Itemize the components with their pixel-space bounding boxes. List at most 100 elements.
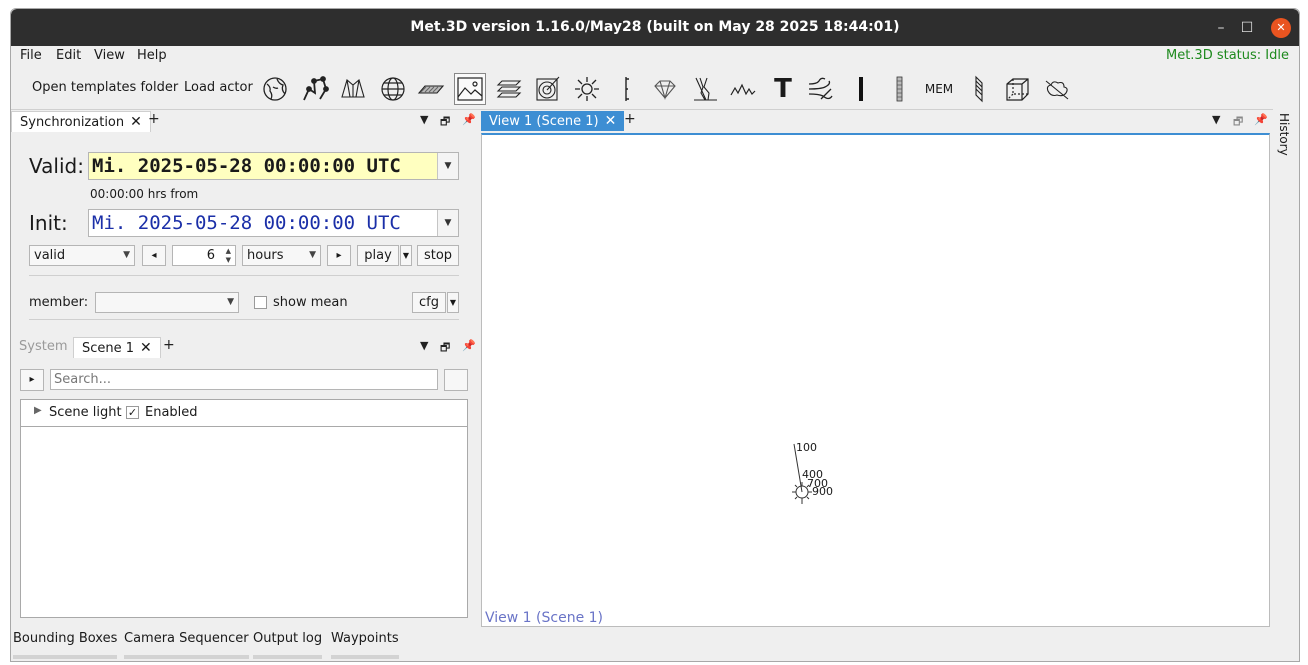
tab-view-1[interactable]: View 1 (Scene 1) ✕ [481,111,625,131]
minimize-button[interactable]: – [1211,18,1231,38]
vertical-section-icon[interactable] [963,73,995,105]
stop-button[interactable]: stop [417,245,459,266]
close-icon[interactable]: ✕ [130,114,142,130]
dock-menu-icon[interactable]: ▼ [1212,113,1220,126]
init-time-combo[interactable]: Mi. 2025-05-28 00:00:00 UTC ▼ [88,209,459,237]
dock-pin-icon[interactable]: 📌 [1254,113,1268,126]
tab-scene-1[interactable]: Scene 1 ✕ [73,337,161,358]
valid-time-combo[interactable]: Mi. 2025-05-28 00:00:00 UTC ▼ [88,152,459,180]
maximize-button[interactable]: ☐ [1237,18,1257,38]
trajectory-icon[interactable] [299,73,331,105]
sphere-grid-icon[interactable] [377,73,409,105]
divider [29,319,459,320]
black-bar-icon[interactable] [845,73,877,105]
view-canvas[interactable]: 100 400 700 900 View 1 (Scene 1) [481,133,1270,627]
sync-tabstrip: Synchronization ✕ + ▼ 🗗 📌 [11,109,476,133]
chevron-down-icon[interactable]: ▼ [437,210,458,236]
expand-all-button[interactable]: ▸ [20,369,44,391]
sync-mode-select[interactable]: valid ▼ [29,245,135,266]
menu-help[interactable]: Help [137,48,167,63]
view-area: View 1 (Scene 1) ✕ + ▼ 🗗 📌 100 400 700 90… [481,109,1271,627]
offset-text: 00:00:00 hrs from [90,187,199,201]
chevron-down-icon: ▼ [309,250,316,260]
dock-pin-icon[interactable]: 📌 [462,113,476,126]
radar-icon[interactable] [532,73,564,105]
play-options-icon[interactable]: ▼ [400,245,412,266]
tree-item-label: Scene light [49,405,122,420]
add-tab-button[interactable]: + [148,111,160,127]
step-unit-select[interactable]: hours ▼ [242,245,321,266]
close-button[interactable]: ✕ [1271,18,1291,38]
show-mean-label: show mean [273,295,348,310]
toolbar: Open templates folder Load actor T MEM [11,69,1299,110]
add-tab-button[interactable]: + [163,337,175,353]
chevron-down-icon[interactable]: ▼ [437,153,458,179]
history-tab[interactable]: History [1277,113,1291,156]
close-icon[interactable]: ✕ [605,113,617,129]
globe-grid-icon[interactable] [259,73,291,105]
dock-menu-icon[interactable]: ▼ [420,113,428,126]
vertical-bar-icon[interactable] [611,73,643,105]
tab-output-log[interactable]: Output log [253,629,323,659]
step-back-button[interactable]: ◂ [142,245,166,266]
skew-t-icon[interactable] [689,73,721,105]
dock-menu-icon[interactable]: ▼ [420,339,428,352]
enabled-checkbox[interactable]: ✓ [126,406,139,419]
text-icon[interactable]: T [767,73,799,105]
add-view-tab-button[interactable]: + [624,111,636,127]
show-mean-checkbox[interactable] [254,296,267,309]
play-button[interactable]: play [357,245,399,266]
load-actor-button[interactable]: Load actor [184,80,253,95]
gray-bar-icon[interactable] [883,73,915,105]
step-value-spinbox[interactable]: 6 ▲ ▼ [172,245,236,266]
mem-icon[interactable]: MEM [923,73,955,105]
spin-arrows-icon[interactable]: ▲ ▼ [226,247,231,265]
label-100: 100 [796,441,817,454]
step-forward-button[interactable]: ▸ [327,245,351,266]
valid-label: Valid: [29,154,84,178]
menu-file[interactable]: File [20,48,42,63]
menu-view[interactable]: View [94,48,125,63]
expand-arrow-icon[interactable]: ▶ [34,405,42,416]
clouds-icon[interactable] [1041,73,1073,105]
sun-icon[interactable] [571,73,603,105]
tab-system[interactable]: System [11,337,75,357]
dock-float-icon[interactable]: 🗗 [440,339,450,358]
peaks-icon[interactable] [727,73,759,105]
dock-float-icon[interactable]: 🗗 [1233,113,1243,132]
cfg-button[interactable]: cfg [412,292,446,313]
init-label: Init: [29,211,68,235]
scene-tree[interactable]: ▶ Scene light ✓ Enabled [20,399,468,618]
member-label: member: [29,295,89,310]
view-label: View 1 (Scene 1) [485,610,603,626]
member-select[interactable]: ▼ [95,292,239,313]
enabled-label: Enabled [145,405,198,420]
tree-row[interactable]: ▶ Scene light ✓ Enabled [21,400,467,427]
tab-waypoints[interactable]: Waypoints [331,629,399,659]
menu-edit[interactable]: Edit [56,48,81,63]
bottom-tabbar: Bounding Boxes Camera Sequencer Output l… [11,629,1299,661]
dock-pin-icon[interactable]: 📌 [462,339,476,352]
image-icon[interactable] [454,73,486,105]
dock-float-icon[interactable]: 🗗 [440,113,450,132]
cfg-options-icon[interactable]: ▼ [447,292,459,313]
bounding-box-icon[interactable] [1001,73,1033,105]
main-window: Met.3D version 1.16.0/May28 (built on Ma… [10,8,1300,662]
tab-camera-sequencer[interactable]: Camera Sequencer [124,629,249,659]
diamond-icon[interactable] [649,73,681,105]
volume-icon[interactable] [337,73,369,105]
divider [29,275,459,276]
tab-bounding-boxes[interactable]: Bounding Boxes [13,629,118,659]
sync-panel: Valid: Mi. 2025-05-28 00:00:00 UTC ▼ 00:0… [11,133,471,333]
search-input[interactable]: Search... [50,369,438,390]
close-icon[interactable]: ✕ [140,340,152,356]
window-title: Met.3D version 1.16.0/May28 (built on Ma… [410,19,900,35]
search-options-button[interactable] [444,369,468,391]
history-dock: History [1273,109,1299,629]
multi-section-icon[interactable] [493,73,525,105]
tab-synchronization[interactable]: Synchronization ✕ [11,111,151,132]
open-templates-button[interactable]: Open templates folder [32,80,178,95]
chevron-down-icon: ▼ [123,250,130,260]
horizontal-section-icon[interactable] [415,73,447,105]
wind-icon[interactable] [805,73,837,105]
